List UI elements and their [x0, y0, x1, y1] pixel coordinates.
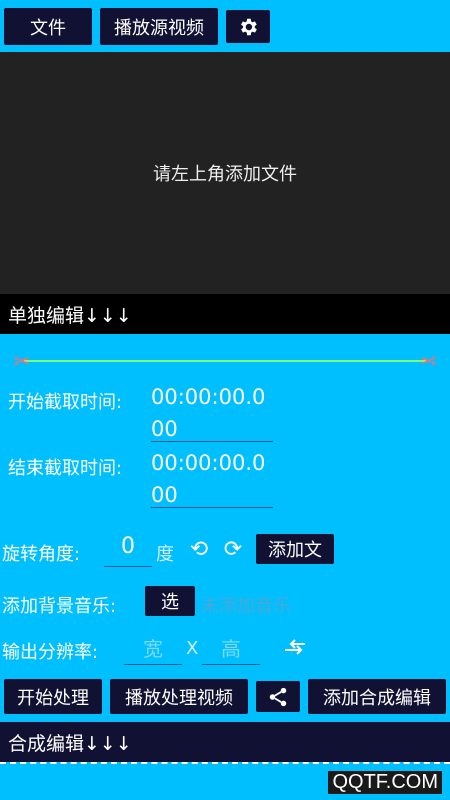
start-time-underline [151, 441, 273, 442]
watermark-text: QQTF.COM [328, 771, 442, 794]
file-button[interactable]: 文件 [4, 8, 92, 45]
scissors-start-icon[interactable]: ✂ [10, 349, 34, 373]
end-time-underline [151, 507, 273, 508]
width-underline [124, 664, 182, 665]
rotate-right-icon[interactable]: ⟳ [220, 536, 246, 562]
single-edit-title: 单独编辑↓↓↓ [8, 304, 132, 327]
preview-message: 请左上角添加文件 [153, 164, 297, 185]
video-preview: 请左上角添加文件 [0, 52, 450, 294]
start-processing-button[interactable]: 开始处理 [4, 679, 102, 714]
gear-icon [241, 18, 257, 35]
music-status: 未添加音乐 [201, 596, 291, 617]
add-merge-edit-button[interactable]: 添加合成编辑 [308, 679, 446, 714]
start-time-label: 开始截取时间: [8, 392, 123, 413]
width-input[interactable]: 宽 [124, 633, 182, 662]
rotation-underline [104, 566, 152, 567]
merge-edit-header: 合成编辑↓↓↓ [0, 722, 450, 762]
share-icon [269, 687, 287, 706]
height-underline [202, 664, 260, 665]
resolution-separator: X [186, 638, 199, 659]
height-input[interactable]: 高 [202, 633, 260, 662]
play-source-video-button[interactable]: 播放源视频 [100, 8, 218, 45]
end-time-label: 结束截取时间: [8, 458, 123, 479]
start-time-field[interactable]: 00:00:00.000 [151, 381, 275, 445]
background-music-label: 添加背景音乐: [2, 596, 117, 617]
play-processed-video-button[interactable]: 播放处理视频 [110, 679, 248, 714]
rotation-unit: 度 [156, 544, 174, 565]
merge-edit-title: 合成编辑↓↓↓ [8, 732, 132, 755]
swap-resolution-icon[interactable] [282, 634, 308, 660]
trim-range-slider[interactable]: ✂ ✂ [10, 349, 440, 373]
end-time-field[interactable]: 00:00:00.000 [151, 447, 275, 511]
single-edit-header: 单独编辑↓↓↓ [0, 294, 450, 334]
share-button[interactable] [256, 681, 300, 712]
rotation-label: 旋转角度: [2, 544, 81, 565]
scissors-end-icon[interactable]: ✂ [416, 349, 440, 373]
rotate-left-icon[interactable]: ⟲ [186, 536, 212, 562]
output-resolution-label: 输出分辨率: [2, 642, 99, 663]
rotation-input[interactable]: 0 [104, 534, 152, 564]
settings-button[interactable] [226, 10, 270, 43]
range-line [24, 360, 426, 362]
add-text-button[interactable]: 添加文 [256, 534, 334, 564]
select-music-button[interactable]: 选 [145, 586, 195, 616]
